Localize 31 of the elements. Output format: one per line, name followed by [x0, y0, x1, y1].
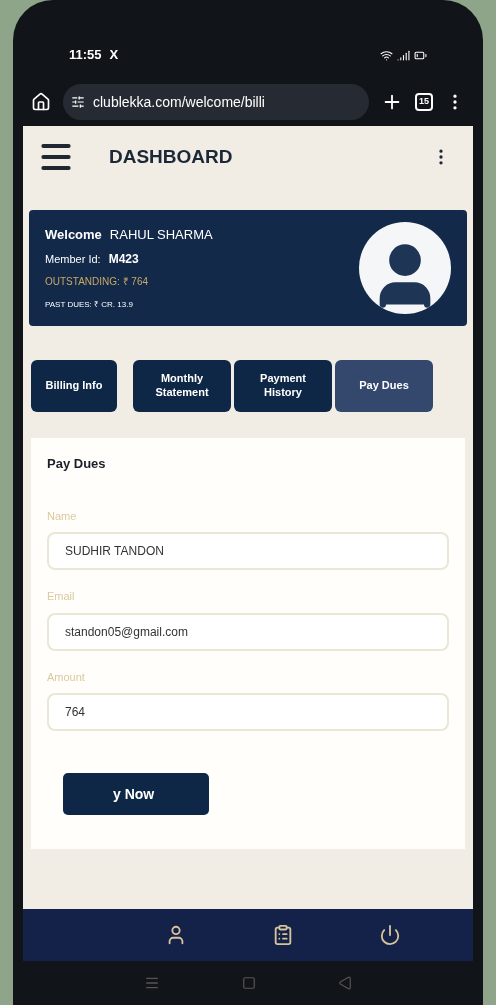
tab[interactable]: Pay Dues [335, 360, 433, 412]
tab[interactable]: Billing Info [31, 360, 117, 412]
past-dues: PAST DUES: ₹ CR. 13.9 [45, 299, 134, 312]
url-text: clublekka.com/welcome/billi [93, 92, 265, 112]
field-label: Amount [47, 669, 86, 685]
signal-icon [397, 48, 410, 62]
field-label: Email [47, 589, 76, 604]
tab-count-button[interactable]: 15 [415, 93, 433, 111]
input-field[interactable]: SUDHIR TANDON [47, 532, 449, 570]
input-field[interactable]: 764 [47, 693, 449, 731]
member-name: RAHUL SHARMA [109, 225, 213, 244]
clock: 11:55 [69, 46, 102, 65]
notification-icon: X [109, 45, 119, 65]
outstanding-amount: OUTSTANDING: ₹ 764 [45, 275, 150, 290]
field-label: Name [47, 508, 78, 524]
page-title: DASHBOARD [109, 144, 234, 169]
clipboard-icon[interactable] [272, 924, 294, 946]
home-icon[interactable] [31, 92, 51, 112]
member-id-label: Member Id: [45, 252, 101, 268]
input-field[interactable]: standon05@gmail.com [47, 612, 449, 651]
tab[interactable]: Payment History [234, 360, 332, 412]
recent-apps-icon[interactable] [144, 975, 160, 991]
site-settings-icon[interactable] [71, 95, 85, 109]
welcome-label: Welcome [45, 225, 102, 244]
power-icon[interactable] [378, 924, 401, 946]
member-id: M423 [108, 251, 139, 269]
wifi-icon [380, 48, 393, 62]
address-bar[interactable]: clublekka.com/welcome/billi [63, 84, 369, 120]
tab[interactable]: Monthly Statement [133, 360, 231, 412]
pay-now-button[interactable]: y Now [63, 773, 209, 815]
form-title: Pay Dues [47, 455, 107, 473]
